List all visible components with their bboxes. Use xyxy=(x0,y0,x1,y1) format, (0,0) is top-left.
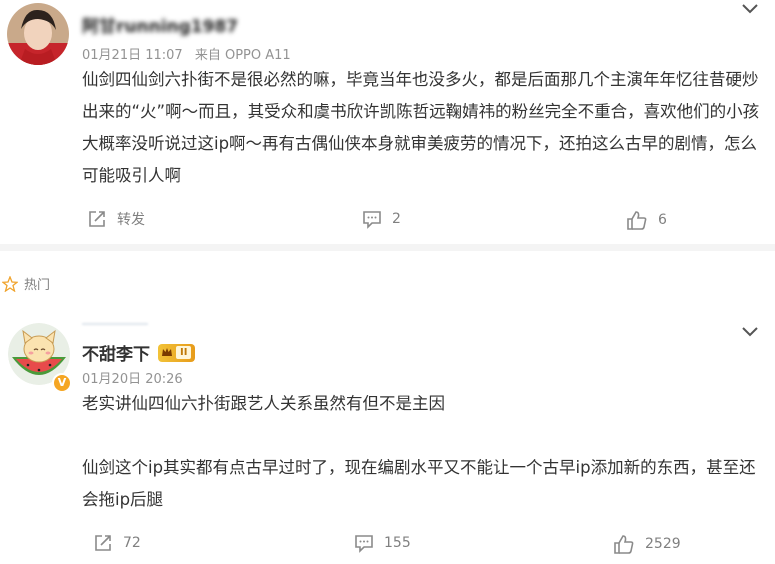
comment-paragraph: 仙剑四仙剑六扑街不是很必然的嘛，毕竟当年也没多火，都是后面那几个主演年年忆往昔硬… xyxy=(82,70,760,185)
comment-button[interactable]: 155 xyxy=(354,533,411,553)
hot-icon xyxy=(2,275,18,292)
username[interactable]: 不甜李下 xyxy=(82,340,150,365)
like-count: 6 xyxy=(658,212,667,228)
hot-label: 热门 xyxy=(24,278,51,293)
comment-date: 01月20日 20:26 xyxy=(82,372,183,387)
comment-meta: 01月21日 11:07 来自 OPPO A11 xyxy=(82,44,291,63)
comment-paragraph: 老实讲仙四仙六扑街跟艺人关系虽然有但不是主因 xyxy=(82,394,445,413)
section-divider xyxy=(0,244,775,251)
avatar[interactable] xyxy=(7,3,69,65)
verified-icon: V xyxy=(52,373,72,393)
paragraph-spacer xyxy=(82,420,762,452)
comment-button[interactable]: 2 xyxy=(362,209,401,229)
like-icon xyxy=(614,535,634,554)
chevron-down-icon[interactable] xyxy=(740,324,760,338)
like-button[interactable]: 2529 xyxy=(613,533,681,555)
level-badge-icon[interactable]: II xyxy=(158,343,196,362)
comment-count: 2 xyxy=(392,211,401,227)
comment-paragraph: 仙剑这个ip其实都有点古早过时了，现在编剧水平又不能让一个古早ip添加新的东西，… xyxy=(82,458,756,509)
comment-icon xyxy=(363,211,381,229)
comment-meta: 01月20日 20:26 xyxy=(82,368,183,387)
like-button[interactable]: 6 xyxy=(626,209,667,231)
comment-source: 来自 OPPO A11 xyxy=(194,48,291,63)
hot-section-label: 热门 xyxy=(2,274,50,293)
comment-icon xyxy=(355,535,373,553)
comment-text: 老实讲仙四仙六扑街跟艺人关系虽然有但不是主因 仙剑这个ip其实都有点古早过时了，… xyxy=(82,388,762,516)
comment-text: 仙剑四仙剑六扑街不是很必然的嘛，毕竟当年也没多火，都是后面那几个主演年年忆往昔硬… xyxy=(82,64,762,192)
like-icon xyxy=(627,211,647,230)
chevron-down-icon[interactable] xyxy=(740,1,760,15)
repost-button[interactable]: 72 xyxy=(93,533,141,553)
comment-count: 155 xyxy=(384,535,411,551)
like-count: 2529 xyxy=(645,536,681,552)
username[interactable]: 阿甘running1987 xyxy=(82,12,238,37)
repost-icon xyxy=(89,211,105,227)
comment-date: 01月21日 11:07 xyxy=(82,48,183,63)
repost-button[interactable]: 转发 xyxy=(87,209,145,229)
comment-1: 阿甘running1987 01月21日 11:07 来自 OPPO A11 仙… xyxy=(0,0,775,244)
level-label: II xyxy=(176,346,192,359)
user-header: 不甜李下 II xyxy=(82,340,196,365)
username-decoration xyxy=(82,323,148,325)
repost-label: 转发 xyxy=(117,212,145,228)
repost-icon xyxy=(95,535,111,551)
repost-count: 72 xyxy=(123,535,141,551)
comment-2: V 不甜李下 II 01月20日 20:26 老实讲仙四仙六扑街跟艺人关系虽然有… xyxy=(0,310,775,564)
